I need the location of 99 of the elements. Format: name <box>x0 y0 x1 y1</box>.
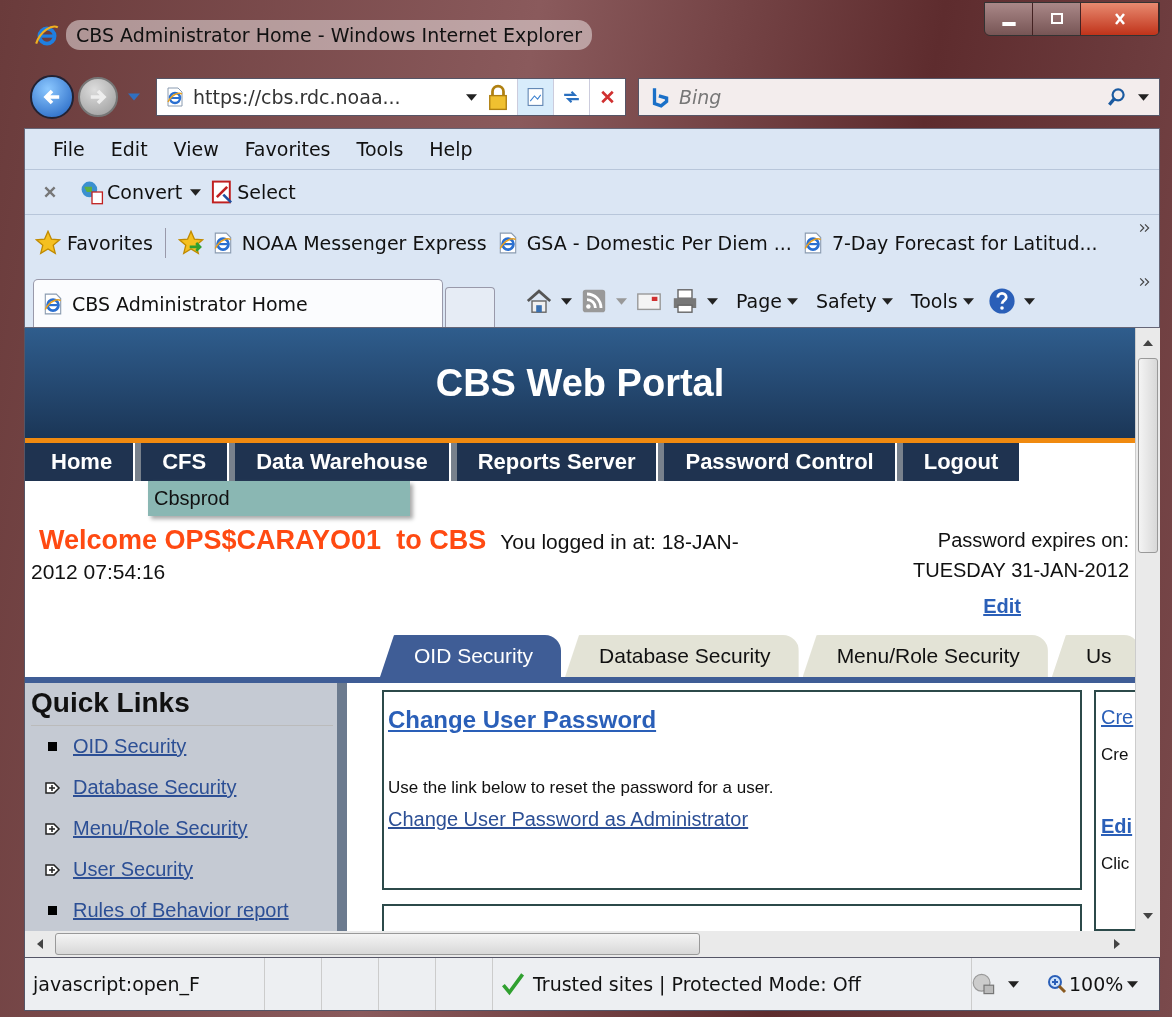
quick-link[interactable]: OID Security <box>73 735 187 758</box>
search-field[interactable]: Bing <box>671 85 1106 109</box>
bullet-icon <box>48 742 57 751</box>
status-url: javascript:open_F <box>31 973 201 995</box>
scroll-right-icon[interactable] <box>1114 939 1120 949</box>
expand-icon[interactable] <box>45 820 61 837</box>
help-icon[interactable] <box>987 287 1016 315</box>
minimize-button[interactable] <box>985 3 1033 35</box>
nav-item[interactable]: Home <box>25 443 134 481</box>
quick-link[interactable]: Rules of Behavior report <box>73 899 289 922</box>
select-button[interactable]: Select <box>209 179 296 205</box>
more-chevron-icon[interactable] <box>1139 277 1151 287</box>
convert-button[interactable]: Convert <box>79 179 183 205</box>
menu-item[interactable]: Help <box>417 138 485 160</box>
dropdown-item[interactable]: Cbsprod <box>148 481 236 516</box>
feed-icon[interactable] <box>580 287 608 315</box>
minimize-icon <box>1001 22 1016 26</box>
home-icon[interactable] <box>525 287 553 315</box>
caret-icon <box>1127 980 1139 988</box>
caret-icon[interactable] <box>190 188 202 196</box>
password-expiry-date: TUESDAY 31-JAN-2012 <box>913 558 1129 583</box>
caret-icon <box>561 297 572 305</box>
menu-item[interactable]: Favorites <box>232 138 343 160</box>
caret-icon <box>616 297 627 305</box>
maximize-button[interactable] <box>1033 3 1081 35</box>
expand-icon[interactable] <box>45 779 61 796</box>
favorite-link[interactable]: GSA - Domestic Per Diem ... <box>496 231 792 255</box>
section-tab[interactable]: Menu/Role Security <box>802 635 1048 677</box>
edit-link[interactable]: Edit <box>983 591 1021 621</box>
favorites-button[interactable]: Favorites <box>35 230 153 256</box>
window-title: CBS Administrator Home - Windows Internet Explorer <box>66 20 593 50</box>
panel-title-link[interactable]: Cre <box>1101 706 1135 729</box>
login-info: You logged in at: 18-JAN- <box>500 529 739 555</box>
section-tab[interactable]: Us <box>1051 635 1135 677</box>
menu-item[interactable]: View <box>161 138 231 160</box>
security-zone: Trusted sites | Protected Mode: Off <box>533 973 861 995</box>
caret-icon <box>787 297 798 305</box>
toolbar-menu[interactable]: Tools <box>910 290 974 312</box>
caret-icon <box>466 93 477 101</box>
scroll-down-icon[interactable] <box>1143 913 1153 919</box>
caret-icon <box>707 297 718 305</box>
globe-pdf-icon <box>79 179 105 205</box>
caret-icon <box>1008 980 1019 988</box>
expand-icon[interactable] <box>45 861 61 878</box>
panel-text: Clic <box>1101 854 1131 874</box>
maximize-icon <box>1048 13 1065 25</box>
scroll-up-icon[interactable] <box>1143 340 1153 346</box>
horizontal-scrollbar[interactable] <box>24 931 1160 957</box>
menu-item[interactable]: File <box>41 138 97 160</box>
star-icon <box>35 230 61 256</box>
quick-link[interactable]: Database Security <box>73 776 237 799</box>
caret-icon <box>1138 93 1149 101</box>
caret-icon <box>881 297 893 305</box>
caret-icon <box>962 297 974 305</box>
search-icon[interactable] <box>1106 86 1128 108</box>
password-expiry-label: Password expires on: <box>937 528 1129 553</box>
print-icon[interactable] <box>671 287 699 315</box>
section-tab[interactable]: OID Security <box>380 635 562 677</box>
bullet-icon <box>48 906 57 915</box>
more-chevron-icon[interactable] <box>1139 223 1151 233</box>
compatibility-view-icon[interactable] <box>517 79 553 115</box>
forward-button[interactable] <box>78 77 118 117</box>
panel-title-link[interactable]: Edi <box>1101 815 1135 838</box>
menu-item[interactable]: Edit <box>98 138 160 160</box>
padlock-icon <box>487 83 509 111</box>
browser-page-icon <box>42 291 64 316</box>
quick-link[interactable]: User Security <box>73 858 194 881</box>
zoom-icon <box>1047 974 1067 994</box>
add-favorite-icon[interactable] <box>177 230 204 256</box>
zoom-button[interactable]: 100% <box>1047 973 1124 995</box>
panel-text: Use the link below to reset the password for a user. <box>388 778 775 798</box>
back-button[interactable] <box>30 75 74 119</box>
panel-title-link[interactable]: Change User Password <box>388 706 657 733</box>
browser-page-icon <box>165 87 185 107</box>
toolbar-menu[interactable]: Page <box>736 290 798 312</box>
close-toolbar-icon[interactable] <box>43 185 57 199</box>
browser-tab[interactable]: CBS Administrator Home <box>33 279 443 327</box>
search-box[interactable]: Bing <box>638 78 1160 116</box>
menu-item[interactable]: Tools <box>344 138 416 160</box>
welcome-message: Welcome OPS$CARAYO01 to CBS <box>38 525 487 555</box>
panel-text: Cre <box>1101 745 1130 765</box>
portal-title: CBS Web Portal <box>435 361 725 405</box>
scroll-left-icon[interactable] <box>37 939 43 949</box>
favorite-link[interactable]: NOAA Messenger Express <box>211 231 487 255</box>
scroll-thumb[interactable] <box>1138 358 1158 553</box>
favorite-link[interactable]: 7-Day Forecast for Latitud... <box>801 231 1098 255</box>
vertical-scrollbar[interactable] <box>1135 328 1160 931</box>
toolbar-menu[interactable]: Safety <box>816 290 893 312</box>
checkmark-icon <box>501 972 525 996</box>
panel-link[interactable]: Change User Password as Administrator <box>388 808 749 830</box>
quick-links-title: Quick Links <box>31 687 333 726</box>
caret-icon <box>1023 297 1035 305</box>
globe-lock-icon[interactable] <box>972 972 996 996</box>
quick-link[interactable]: Menu/Role Security <box>73 817 248 840</box>
scroll-thumb[interactable] <box>55 933 700 955</box>
section-tab[interactable]: Database Security <box>565 635 799 677</box>
ie-logo-icon <box>34 22 60 48</box>
login-info: 2012 07:54:16 <box>31 559 166 585</box>
address-field[interactable]: https://cbs.rdc.noaa... <box>156 78 626 116</box>
